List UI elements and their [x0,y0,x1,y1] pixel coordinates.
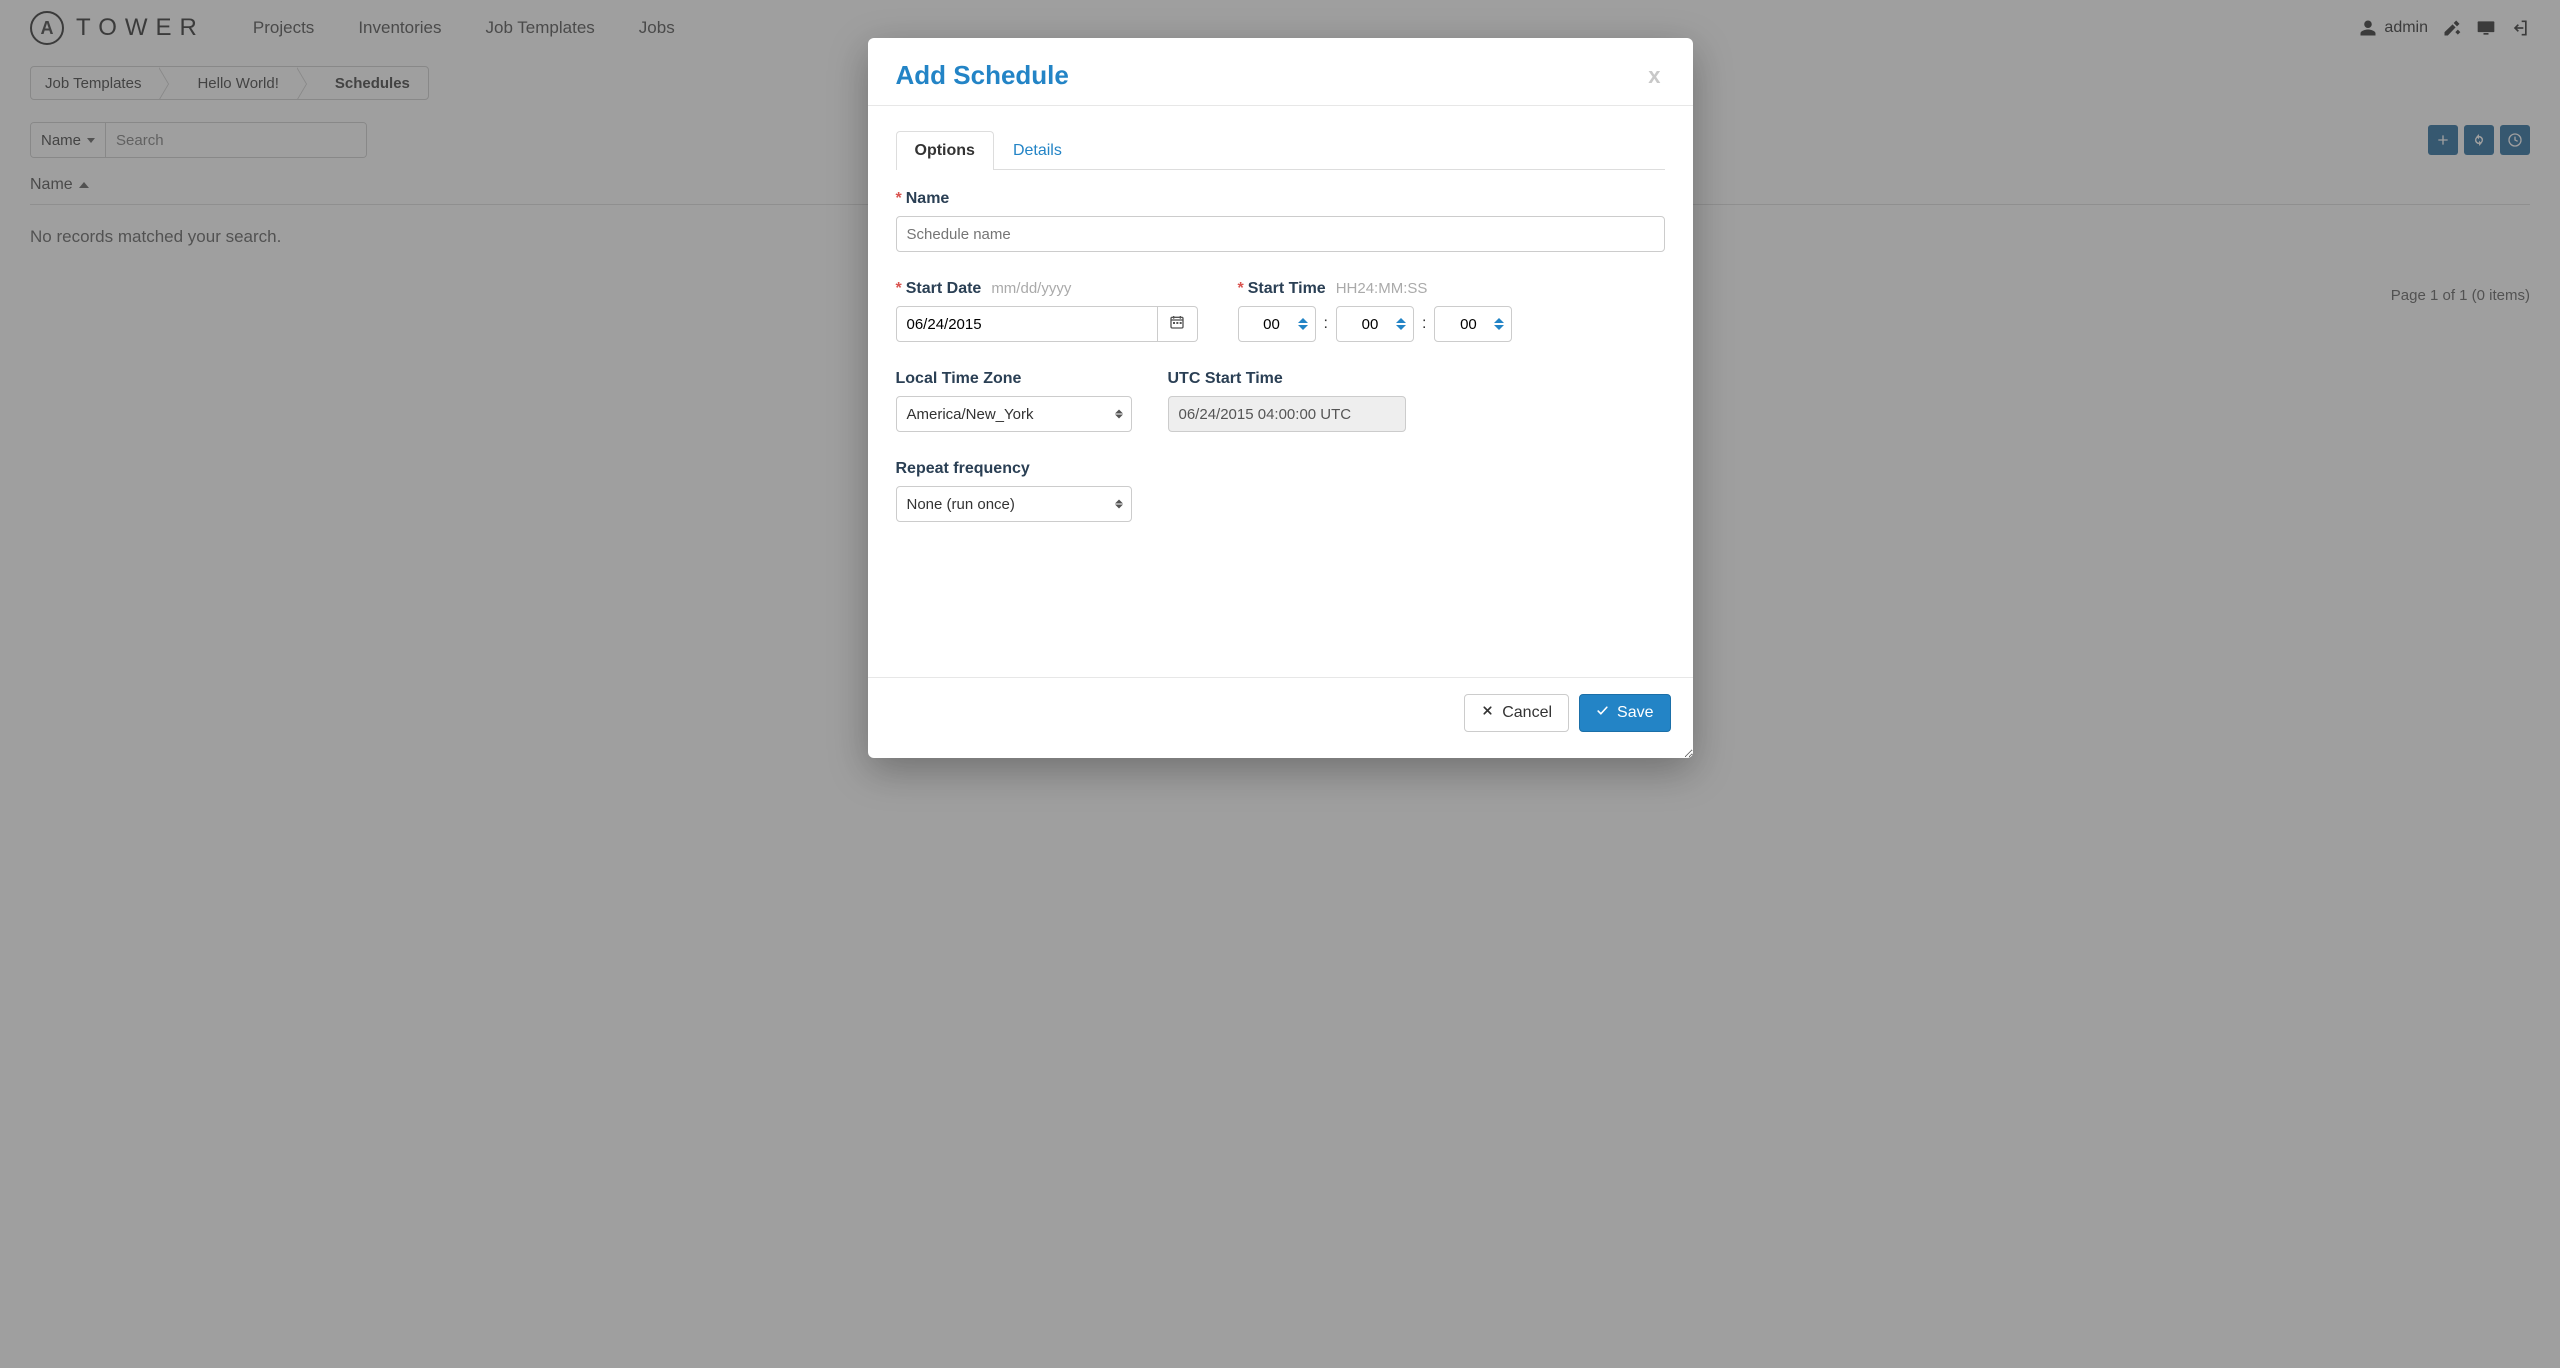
hour-spinner [1238,306,1316,342]
time-separator: : [1422,315,1426,333]
tabs: Options Details [896,130,1665,170]
select-caret-icon [1115,500,1123,509]
hint-start-date: mm/dd/yyyy [991,280,1071,297]
second-down-button[interactable] [1494,325,1504,330]
tab-details[interactable]: Details [994,131,1081,170]
utc-start-time-display: 06/24/2015 04:00:00 UTC [1168,396,1406,432]
modal-overlay: Add Schedule x Options Details *Name *St… [0,0,2560,1368]
minute-spinner [1336,306,1414,342]
divider [868,105,1693,106]
label-start-date: *Start Date mm/dd/yyyy [896,280,1198,298]
repeat-frequency-value: None (run once) [907,496,1015,513]
timezone-select[interactable]: America/New_York [896,396,1132,432]
cancel-button-label: Cancel [1502,704,1552,722]
required-asterisk: * [896,280,902,297]
start-date-input[interactable] [896,306,1158,342]
tab-options[interactable]: Options [896,131,994,170]
cancel-button[interactable]: Cancel [1464,694,1569,732]
label-start-time: *Start Time HH24:MM:SS [1238,280,1513,298]
hour-down-button[interactable] [1298,325,1308,330]
close-icon: x [1648,63,1660,88]
hint-start-time: HH24:MM:SS [1336,280,1428,297]
second-up-button[interactable] [1494,318,1504,323]
repeat-frequency-select[interactable]: None (run once) [896,486,1132,522]
close-icon [1481,704,1494,722]
required-asterisk: * [1238,280,1244,297]
label-local-tz: Local Time Zone [896,370,1132,388]
datepicker-button[interactable] [1158,306,1198,342]
modal-title: Add Schedule [896,60,1069,91]
minute-down-button[interactable] [1396,325,1406,330]
hour-up-button[interactable] [1298,318,1308,323]
timezone-value: America/New_York [907,406,1034,423]
label-repeat-frequency: Repeat frequency [896,460,1132,478]
required-asterisk: * [896,190,902,207]
second-spinner [1434,306,1512,342]
schedule-name-input[interactable] [896,216,1665,252]
close-button[interactable]: x [1644,63,1664,89]
save-button[interactable]: Save [1579,694,1670,732]
check-icon [1596,704,1609,722]
save-button-label: Save [1617,704,1653,722]
label-utc-start: UTC Start Time [1168,370,1406,388]
add-schedule-modal: Add Schedule x Options Details *Name *St… [868,38,1693,758]
select-caret-icon [1115,410,1123,419]
calendar-icon [1169,314,1185,334]
minute-up-button[interactable] [1396,318,1406,323]
time-separator: : [1324,315,1328,333]
label-schedule-name: *Name [896,190,1665,208]
